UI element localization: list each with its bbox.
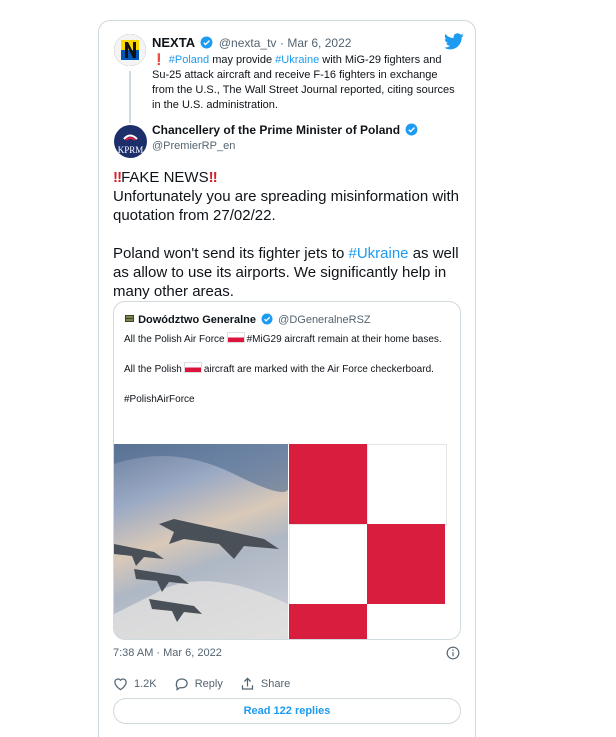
main-line-2: Poland won't send its fighter jets to #U…: [113, 244, 465, 301]
main-line-2-pre: Poland won't send its fighter jets to: [113, 245, 349, 262]
quoted-paragraph-1: All the Polish Air Force #MiG29 aircraft …: [124, 332, 454, 347]
double-exclamation-icon: ‼: [113, 169, 122, 186]
checker-white-square: [289, 524, 369, 606]
hashtag-poland[interactable]: #Poland: [169, 54, 209, 66]
reply-label: Reply: [194, 678, 223, 690]
exclamation-icon: ❗: [152, 54, 166, 66]
flag-emblem-icon: [123, 134, 138, 141]
verified-badge-icon: [405, 123, 418, 136]
hashtag-ukraine-main[interactable]: #Ukraine: [349, 245, 409, 262]
like-button[interactable]: 1.2K: [113, 677, 157, 691]
avatar-text: KPRM: [117, 145, 144, 155]
quoted-paragraph-3: #PolishAirForce: [124, 394, 195, 405]
quoted-p2-post: aircraft are marked with the Air Force c…: [203, 364, 434, 375]
kprm-avatar[interactable]: KPRM: [114, 125, 147, 158]
action-bar: 1.2K Reply Share: [113, 677, 304, 694]
poland-flag-icon: [226, 332, 245, 343]
checker-red-square: [289, 444, 367, 524]
checker-red-square: [367, 524, 445, 604]
info-icon[interactable]: [446, 646, 460, 660]
verified-badge-icon: [261, 313, 273, 325]
main-handle[interactable]: @PremierRP_en: [152, 140, 235, 152]
tweet-timestamp[interactable]: 7:38 AM · Mar 6, 2022: [113, 647, 222, 659]
share-label: Share: [260, 678, 291, 690]
quoted-paragraph-2: All the Polish aircraft are marked with t…: [124, 362, 454, 377]
checker-white-square: [367, 604, 445, 639]
parent-author: NEXTA @nexta_tv · Mar 6, 2022: [152, 35, 351, 50]
double-exclamation-icon: ‼: [208, 169, 218, 186]
parent-author-name[interactable]: NEXTA: [152, 35, 195, 50]
fighter-jets-image: [114, 444, 289, 639]
main-author: Chancellery of the Prime Minister of Pol…: [152, 123, 420, 137]
quoted-text: All the Polish Air Force #MiG29 aircraft …: [124, 332, 454, 422]
main-tweet-text: ‼FAKE NEWS‼ Unfortunately you are spread…: [113, 168, 465, 301]
quoted-p2-pre: All the Polish: [124, 364, 182, 375]
nexta-logo-icon: [114, 34, 146, 66]
parent-text: ❗ #Poland may provide #Ukraine with MiG-…: [152, 53, 457, 113]
checker-red-square: [289, 604, 367, 639]
quoted-tweet[interactable]: Dowództwo Generalne @DGeneralneRSZ All t…: [113, 301, 461, 640]
nexta-avatar[interactable]: [114, 34, 146, 66]
reply-icon: [175, 678, 188, 691]
verified-badge-icon: [200, 36, 213, 49]
quoted-author-name[interactable]: Dowództwo Generalne: [138, 314, 256, 326]
read-replies-button[interactable]: Read 122 replies: [113, 698, 461, 724]
quoted-p1-pre: All the Polish Air Force: [124, 334, 225, 345]
poland-flag-icon: [183, 362, 202, 373]
parent-date[interactable]: · Mar 6, 2022: [280, 36, 351, 50]
main-author-name[interactable]: Chancellery of the Prime Minister of Pol…: [152, 123, 400, 137]
checkerboard-image[interactable]: [289, 444, 460, 639]
share-button[interactable]: Share: [240, 677, 290, 691]
fake-news-label: FAKE NEWS: [121, 169, 209, 186]
share-icon: [241, 677, 254, 690]
tweet-card: NEXTA @nexta_tv · Mar 6, 2022 ❗ #Poland …: [98, 20, 476, 737]
main-line-1: Unfortunately you are spreading misinfor…: [113, 188, 460, 224]
twitter-bird-icon[interactable]: [444, 33, 464, 50]
reply-button[interactable]: Reply: [174, 677, 223, 691]
hashtag-ukraine[interactable]: #Ukraine: [275, 54, 319, 66]
quoted-handle[interactable]: @DGeneralneRSZ: [278, 314, 370, 326]
fake-news-line: ‼FAKE NEWS‼: [113, 168, 465, 187]
parent-text-1: may provide: [209, 54, 276, 66]
quoted-p1-post: #MiG29 aircraft remain at their home bas…: [246, 334, 442, 345]
heart-icon: [114, 678, 127, 691]
mig29-photo[interactable]: [114, 444, 289, 639]
military-emblem-icon: [125, 315, 134, 322]
like-count: 1.2K: [134, 678, 157, 690]
thread-line: [129, 71, 131, 123]
parent-handle[interactable]: @nexta_tv: [219, 36, 277, 50]
checker-white-square: [367, 444, 447, 526]
quoted-author: Dowództwo Generalne @DGeneralneRSZ: [124, 313, 371, 326]
